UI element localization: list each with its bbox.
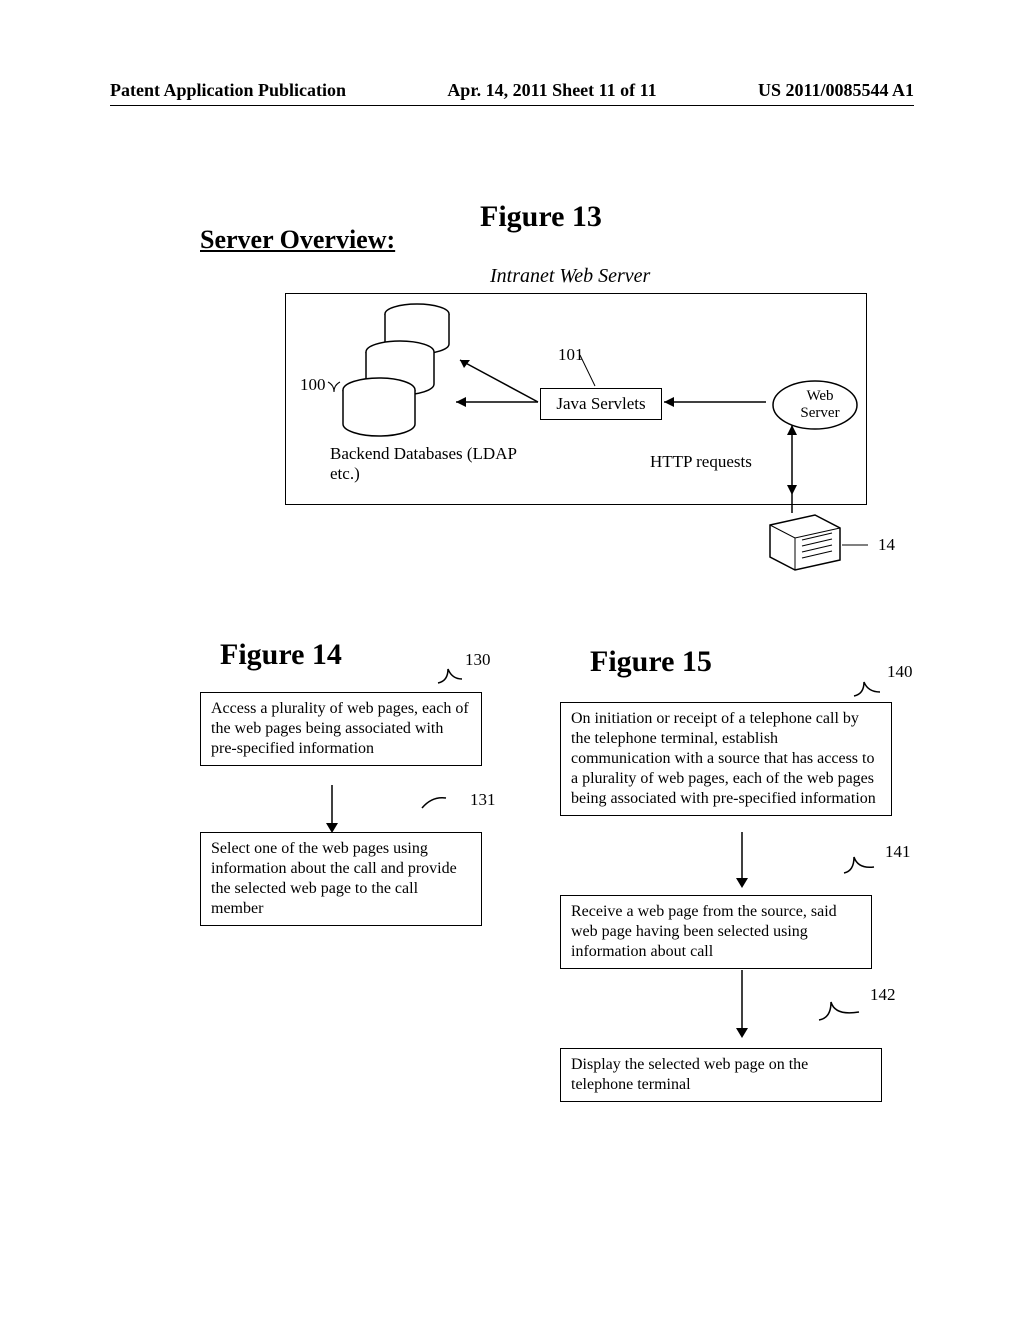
- ref-num-101: 101: [558, 345, 584, 365]
- fig15-arrow-1: [730, 832, 760, 894]
- header-mid: Apr. 14, 2011 Sheet 11 of 11: [447, 80, 656, 101]
- backend-label: Backend Databases (LDAP etc.): [330, 444, 550, 484]
- page: Patent Application Publication Apr. 14, …: [0, 0, 1024, 1320]
- ref-num-142: 142: [870, 985, 896, 1005]
- fig15-box-1: On initiation or receipt of a telephone …: [560, 702, 892, 816]
- section-title: Server Overview:: [200, 225, 395, 255]
- header-left: Patent Application Publication: [110, 80, 346, 101]
- fig15-box-3: Display the selected web page on the tel…: [560, 1048, 882, 1102]
- figure-15-title: Figure 15: [590, 645, 712, 679]
- ref-num-131: 131: [470, 790, 496, 810]
- fig15-box-2: Receive a web page from the source, said…: [560, 895, 872, 969]
- figure-14-title: Figure 14: [220, 638, 342, 672]
- figure-13-title: Figure 13: [480, 200, 602, 234]
- http-label: HTTP requests: [650, 452, 752, 472]
- header-right: US 2011/0085544 A1: [758, 80, 914, 101]
- web-server-label: Web Server: [795, 388, 845, 421]
- database-icon: [335, 302, 465, 442]
- http-down-connector: [790, 495, 820, 515]
- computer-icon: [760, 510, 850, 575]
- page-header: Patent Application Publication Apr. 14, …: [110, 80, 914, 106]
- fig14-box-2: Select one of the web pages using inform…: [200, 832, 482, 926]
- figure-13-subtitle: Intranet Web Server: [490, 265, 650, 288]
- ref-num-100: 100: [300, 375, 326, 395]
- fig15-arrow-2: [730, 970, 760, 1045]
- ref-num-130: 130: [465, 650, 491, 670]
- ref-num-141: 141: [885, 842, 911, 862]
- fig14-box-1: Access a plurality of web pages, each of…: [200, 692, 482, 766]
- ref-num-14: 14: [878, 535, 895, 555]
- ref-num-140: 140: [887, 662, 913, 682]
